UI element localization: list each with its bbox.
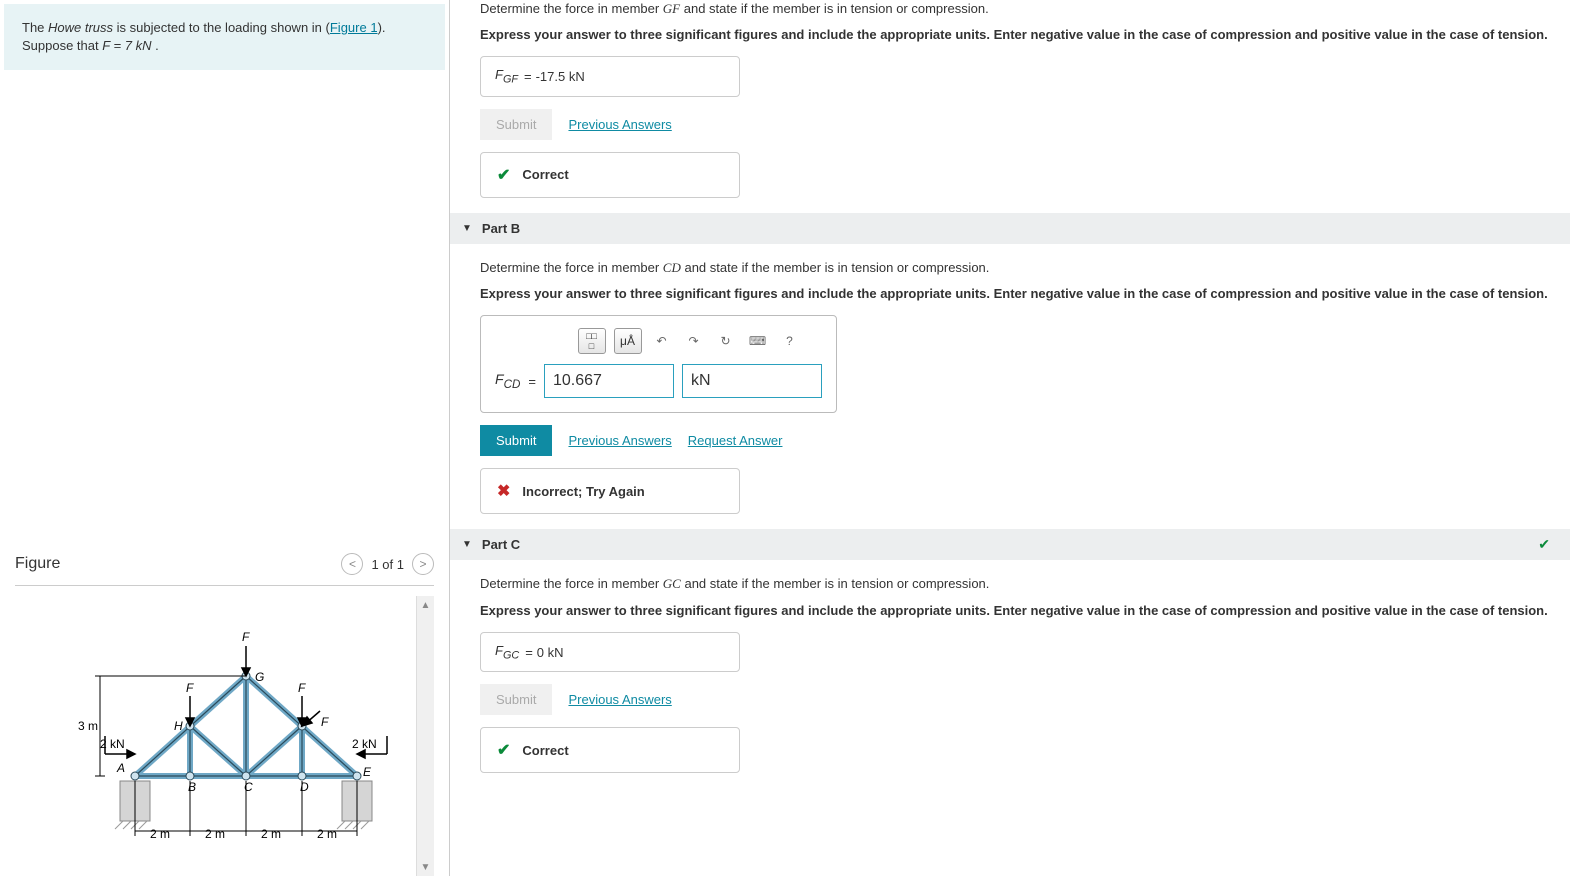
label-G: G <box>255 670 264 684</box>
part-c-answer-box: FGC = 0 kN <box>480 632 740 673</box>
part-c-title: Part C <box>482 537 520 552</box>
part-b-feedback-text: Incorrect; Try Again <box>522 484 644 499</box>
label-B: B <box>188 780 196 794</box>
part-a-answer-box: FGF = -17.5 kN <box>480 56 740 97</box>
problem-prefix: The <box>22 20 48 35</box>
part-b-header[interactable]: ▼ Part B <box>450 213 1570 244</box>
templates-button[interactable]: □□□ <box>578 328 606 354</box>
part-c-sub: GC <box>503 649 519 661</box>
units-button[interactable]: μÅ <box>614 328 642 354</box>
problem-mid: is subjected to the loading shown in ( <box>113 20 330 35</box>
part-c-submit-button: Submit <box>480 684 552 715</box>
label-span4: 2 m <box>317 827 337 841</box>
part-a: Determine the force in member GF and sta… <box>480 0 1550 198</box>
figure-panel: Figure < 1 of 1 > ▲ ▼ <box>0 543 449 876</box>
label-H: H <box>174 719 183 733</box>
label-F-top: F <box>242 630 250 644</box>
label-span3: 2 m <box>261 827 281 841</box>
label-2kN-left: 2 kN <box>100 737 125 751</box>
label-F-right: F <box>298 681 306 695</box>
label-span2: 2 m <box>205 827 225 841</box>
part-a-sub: GF <box>503 74 518 86</box>
truss-figure: F G F F H F 3 m 2 kN 2 kN A B C <box>45 606 405 846</box>
figure-next-button[interactable]: > <box>412 553 434 575</box>
part-c-question: Determine the force in member GC and sta… <box>480 575 1550 593</box>
problem-statement: The Howe truss is subjected to the loadi… <box>4 4 445 70</box>
caret-down-icon: ▼ <box>462 539 472 550</box>
part-a-question: Determine the force in member GF and sta… <box>480 0 1550 18</box>
label-D: D <box>300 780 309 794</box>
part-b-feedback: ✖ Incorrect; Try Again <box>480 468 740 514</box>
keyboard-button[interactable]: ⌨ <box>746 328 770 354</box>
check-icon: ✔ <box>497 165 510 185</box>
part-c-equals: = <box>525 645 533 660</box>
problem-equation: F = 7 kN <box>102 38 151 53</box>
label-A: A <box>116 761 125 775</box>
figure-link[interactable]: Figure 1 <box>330 20 378 35</box>
x-icon: ✖ <box>497 481 510 501</box>
undo-button[interactable]: ↶ <box>650 328 674 354</box>
part-b-submit-button[interactable]: Submit <box>480 425 552 456</box>
label-span1: 2 m <box>150 827 170 841</box>
part-c-feedback: ✔ Correct <box>480 727 740 773</box>
part-c: ▼ Part C ✔ Determine the force in member… <box>480 529 1550 773</box>
label-E: E <box>363 765 372 779</box>
part-c-feedback-text: Correct <box>522 743 568 758</box>
label-3m: 3 m <box>78 719 98 733</box>
scroll-down-icon[interactable]: ▼ <box>417 858 434 876</box>
problem-period: . <box>152 38 159 53</box>
part-a-previous-answers-link[interactable]: Previous Answers <box>568 117 671 132</box>
check-icon: ✔ <box>1538 536 1550 553</box>
part-a-equals: = <box>524 69 532 84</box>
part-b: ▼ Part B Determine the force in member C… <box>480 213 1550 514</box>
part-a-feedback-text: Correct <box>522 167 568 182</box>
part-b-equation-editor: □□□ μÅ ↶ ↷ ↻ ⌨ ? FCD = <box>480 315 837 413</box>
part-c-header[interactable]: ▼ Part C ✔ <box>450 529 1570 560</box>
part-b-previous-answers-link[interactable]: Previous Answers <box>568 433 671 448</box>
part-c-previous-answers-link[interactable]: Previous Answers <box>568 692 671 707</box>
part-a-instructions: Express your answer to three significant… <box>480 26 1550 44</box>
reset-button[interactable]: ↻ <box>714 328 738 354</box>
check-icon: ✔ <box>497 740 510 760</box>
part-a-submit-button: Submit <box>480 109 552 140</box>
part-c-var: F <box>495 643 503 658</box>
part-a-var: F <box>495 67 503 82</box>
figure-pager: 1 of 1 <box>371 557 404 572</box>
howe-truss-text: Howe truss <box>48 20 113 35</box>
redo-button[interactable]: ↷ <box>682 328 706 354</box>
part-b-title: Part B <box>482 221 520 236</box>
scroll-up-icon[interactable]: ▲ <box>417 596 434 614</box>
caret-down-icon: ▼ <box>462 223 472 234</box>
part-b-unit-input[interactable] <box>682 364 822 398</box>
part-b-value-input[interactable] <box>544 364 674 398</box>
label-2kN-right: 2 kN <box>352 737 377 751</box>
figure-prev-button[interactable]: < <box>341 553 363 575</box>
part-a-value: -17.5 kN <box>536 69 585 84</box>
part-c-instructions: Express your answer to three significant… <box>480 602 1550 620</box>
figure-title: Figure <box>15 555 60 573</box>
part-b-var: F <box>495 371 504 387</box>
label-F-inner: F <box>321 715 329 729</box>
help-button[interactable]: ? <box>778 328 802 354</box>
part-c-value: 0 kN <box>537 645 564 660</box>
part-b-sub: CD <box>504 378 521 391</box>
figure-scrollbar[interactable]: ▲ ▼ <box>416 596 434 876</box>
label-F-left: F <box>186 681 194 695</box>
part-b-instructions: Express your answer to three significant… <box>480 285 1550 303</box>
part-a-feedback: ✔ Correct <box>480 152 740 198</box>
part-b-equals: = <box>528 374 536 389</box>
label-C: C <box>244 780 253 794</box>
part-b-question: Determine the force in member CD and sta… <box>480 259 1550 277</box>
part-b-request-answer-link[interactable]: Request Answer <box>688 433 783 448</box>
